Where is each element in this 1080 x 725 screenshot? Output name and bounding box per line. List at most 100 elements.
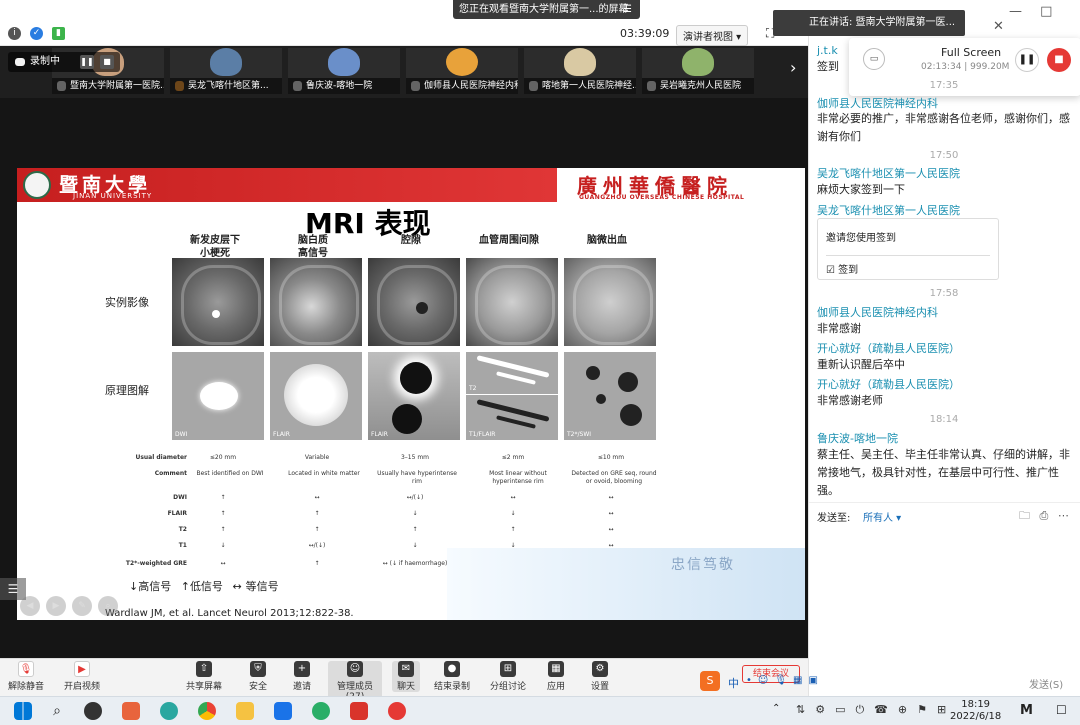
slide-list-button[interactable]: ☰	[0, 578, 26, 600]
mri-image	[270, 258, 362, 346]
presenter-view-label: 演讲者视图	[683, 32, 733, 43]
window-controls: — □ ✕	[979, 4, 1080, 34]
app-icon[interactable]	[122, 702, 140, 720]
table-cell: ≤10 mm	[597, 454, 625, 461]
participant-avatar	[446, 48, 478, 76]
mri-image	[564, 258, 656, 346]
participant-video-strip: 暨南大学附属第一医院... 吴龙飞喀什地区第... 鲁庆波-喀地一院 伽师县人民…	[0, 46, 808, 98]
diagram-flair: FLAIR	[270, 352, 362, 440]
chat-button[interactable]: ✉ 聊天	[392, 661, 420, 692]
minimize-icon[interactable]: —	[1009, 4, 1022, 19]
folder-icon[interactable]: 🗀	[1019, 509, 1030, 522]
windows-start-icon[interactable]	[14, 702, 32, 720]
send-to-dropdown[interactable]: 所有人 ▾	[863, 509, 901, 524]
participant-name: 吴岩曦克州人民医院	[642, 78, 754, 94]
legend-iso: 等信号	[245, 580, 279, 593]
prev-slide-icon[interactable]: ◀	[20, 596, 40, 616]
chat-label: 聊天	[396, 682, 415, 692]
meeting-app-icon[interactable]	[274, 702, 292, 720]
record-app-icon[interactable]	[388, 702, 406, 720]
save-icon[interactable]: ⎙	[1040, 509, 1049, 522]
slide-footer-decoration: 忠信笃敬	[447, 548, 805, 620]
participant-name: 暨南大学附属第一医院...	[52, 78, 164, 94]
table-cell: ≤20 mm	[209, 454, 237, 461]
video-tile[interactable]: 鲁庆波-喀地一院	[288, 48, 400, 94]
signin-button[interactable]: ☑ 签到	[826, 261, 858, 276]
message-sender: j.t.k	[817, 44, 838, 57]
participant-name: 伽师县人民医院神经内科	[406, 78, 518, 94]
info-icon[interactable]: i	[8, 27, 21, 40]
security-button[interactable]: ⛨ 安全	[244, 661, 272, 692]
participant-name: 喀地第一人民医院神经...	[524, 78, 636, 94]
pause-recording-button[interactable]: ❚❚	[80, 55, 94, 69]
message-time: 17:58	[929, 288, 959, 299]
table-cell: ↑	[314, 560, 320, 567]
chrome-icon[interactable]	[198, 702, 216, 720]
table-cell: ↓	[220, 542, 226, 549]
diagram-tag: T2	[469, 385, 477, 392]
diagram-dwi: DWI	[172, 352, 264, 440]
close-icon[interactable]: ✕	[993, 19, 1004, 34]
column-header: 血管周围间隙	[459, 234, 559, 247]
app-logo-icon[interactable]: M	[1020, 703, 1033, 718]
notification-icon[interactable]: ☐	[1056, 703, 1067, 717]
chevron-right-icon[interactable]: ›	[790, 58, 796, 77]
sogou-ime-icon[interactable]: S	[700, 671, 720, 691]
table-cell: ↔	[608, 510, 614, 517]
apps-button[interactable]: ▦ 应用	[544, 661, 568, 692]
column-header: 新发皮层下 小梗死	[165, 234, 265, 260]
chat-input[interactable]	[809, 526, 1080, 678]
chat-panel: 正在讲话: 暨南大学附属第一医... — □ ✕ ▭ Full Screen 0…	[773, 4, 1080, 696]
diagram-lacune: FLAIR	[368, 352, 460, 440]
start-video-button[interactable]: ▶ 开启视频	[60, 661, 104, 692]
hospital-name-en: GUANGZHOU OVERSEAS CHINESE HOSPITAL	[579, 194, 745, 201]
share-banner-menu-icon[interactable]: ☰	[623, 0, 632, 19]
pen-icon[interactable]: ✎	[72, 596, 92, 616]
video-tile[interactable]: 吴岩曦克州人民医院	[642, 48, 754, 94]
table-cell: ↑	[220, 526, 226, 533]
edge-icon[interactable]	[160, 702, 178, 720]
share-screen-button[interactable]: ⇧ 共享屏幕	[184, 661, 224, 692]
breakout-button[interactable]: ⊞ 分组讨论	[490, 661, 526, 692]
more-icon[interactable]: ⋯	[1058, 509, 1069, 522]
ime-mode[interactable]: 中	[728, 675, 739, 691]
maximize-icon[interactable]: □	[1040, 4, 1052, 19]
stop-recording-button[interactable]: ■	[100, 55, 114, 69]
invite-button[interactable]: + 邀请	[288, 661, 316, 692]
column-header: 腔隙	[361, 234, 461, 247]
column-header: 脑微出血	[557, 234, 657, 247]
tray-system-icons[interactable]: ⇅⚙▭⏻☎⊕⚑⊞	[796, 703, 956, 717]
next-slide-icon[interactable]: ▶	[46, 596, 66, 616]
wps-icon[interactable]	[350, 702, 368, 720]
video-tile[interactable]: 吴龙飞喀什地区第...	[170, 48, 282, 94]
meeting-status-bar: i ✓ ▮ 03:39:09 演讲者视图 ▾ ⛶	[0, 22, 808, 46]
settings-button[interactable]: ⚙ 设置	[588, 661, 612, 692]
message-sender: 伽师县人民医院神经内科	[817, 306, 938, 319]
shield-icon[interactable]: ✓	[30, 27, 43, 40]
end-recording-button[interactable]: ● 结束录制	[434, 661, 470, 692]
presenter-view-dropdown[interactable]: 演讲者视图 ▾	[676, 25, 749, 46]
search-icon[interactable]: ⌕	[48, 702, 66, 720]
system-clock[interactable]: 18:19 2022/6/18	[950, 699, 1001, 723]
video-off-icon: ▶	[74, 661, 90, 677]
zoom-icon[interactable]: ⌕	[98, 596, 118, 616]
tray-expand-icon[interactable]: ⌃	[772, 703, 780, 714]
table-row-header: FLAIR	[167, 510, 187, 517]
media-player-icon[interactable]	[84, 702, 102, 720]
meeting-timer: 03:39:09	[620, 27, 670, 40]
send-button[interactable]: 发送(S)	[1029, 676, 1063, 691]
message-sender: 开心就好（疏勒县人民医院）	[817, 378, 960, 391]
video-tile[interactable]: 喀地第一人民医院神经...	[524, 48, 636, 94]
video-tile[interactable]: 伽师县人民医院神经内科	[406, 48, 518, 94]
share-banner[interactable]: 您正在观看暨南大学附属第一...的屏幕 ☰	[453, 0, 640, 19]
message-sender: 吴龙飞喀什地区第一人民医院	[817, 204, 960, 217]
table-cell: Variable	[304, 454, 330, 461]
unmute-button[interactable]: 🎙 解除静音	[6, 661, 46, 692]
chat-tools: 🗀 ⎙ ⋯	[1019, 507, 1069, 526]
file-explorer-icon[interactable]	[236, 702, 254, 720]
mri-image	[368, 258, 460, 346]
wechat-icon[interactable]	[312, 702, 330, 720]
signin-divider	[826, 255, 990, 256]
row-label-diagram: 原理图解	[105, 384, 149, 397]
participant-avatar	[210, 48, 242, 76]
